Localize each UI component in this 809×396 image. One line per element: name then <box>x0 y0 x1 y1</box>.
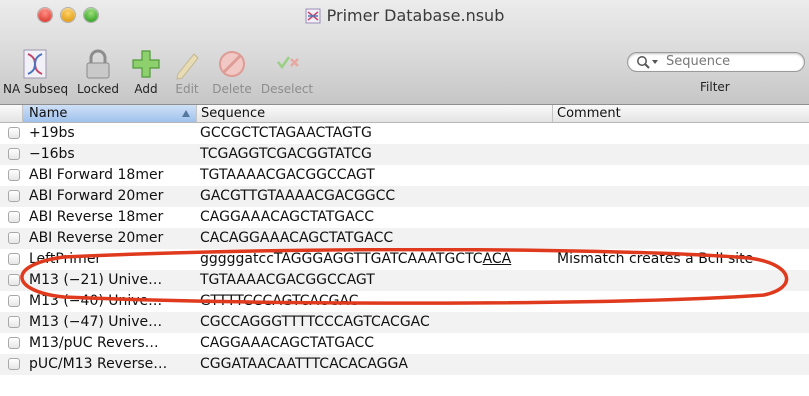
table-row[interactable]: pUC/M13 Reverse… CGGATAACAATTTCACACAGGA <box>0 354 809 375</box>
row-sequence: CAGGAAACAGCTATGACC <box>200 335 375 351</box>
table-row[interactable]: −16bs TCGAGGTCGACGGTATCG <box>0 144 809 165</box>
row-comment <box>557 144 807 165</box>
row-sequence: CGGATAACAATTTCACACAGGA <box>200 356 408 372</box>
checkbox-column-header <box>0 105 23 122</box>
table-row[interactable]: ABI Reverse 20mer CACAGGAAACAGCTATGACC <box>0 228 809 249</box>
row-comment <box>557 354 807 375</box>
primer-table: +19bs GCCGCTCTAGAACTAGTG −16bs TCGAGGTCG… <box>0 123 809 396</box>
table-row[interactable]: M13/pUC Revers… CAGGAAACAGCTATGACC <box>0 333 809 354</box>
lock-icon <box>86 49 110 79</box>
row-checkbox[interactable] <box>8 253 20 265</box>
edit-button[interactable]: Edit <box>168 48 206 98</box>
search-icon <box>637 56 658 69</box>
locked-button[interactable]: Locked <box>72 48 124 98</box>
delete-label: Delete <box>212 82 252 96</box>
add-label: Add <box>134 82 158 96</box>
deselect-label: Deselect <box>260 82 314 96</box>
row-comment: Mismatch creates a BclI site <box>557 251 754 267</box>
row-sequence: CACAGGAAACAGCTATGACC <box>200 230 394 246</box>
row-comment <box>557 186 807 207</box>
column-header-comment-label: Comment <box>557 106 621 121</box>
table-row[interactable]: ABI Reverse 18mer CAGGAAACAGCTATGACC <box>0 207 809 228</box>
row-comment <box>557 333 807 354</box>
document-icon <box>305 8 321 24</box>
row-name: ABI Reverse 18mer <box>29 209 164 225</box>
sequence-plain-part: gggggatccTAGGGAGGTTGATCAAATGCTC <box>200 251 483 267</box>
deselect-icon <box>277 56 299 70</box>
table-row[interactable]: +19bs GCCGCTCTAGAACTAGTG <box>0 123 809 144</box>
row-comment <box>557 312 807 333</box>
add-button[interactable]: Add <box>126 48 166 98</box>
na-subseq-label: NA Subseq <box>3 82 69 96</box>
row-name: M13 (−47) Unive… <box>29 314 163 330</box>
table-header: Name Sequence Comment <box>0 105 809 123</box>
row-checkbox[interactable] <box>8 190 20 202</box>
row-sequence: TGTAAAACGACGGCCAGT <box>200 167 375 183</box>
prohibited-icon <box>219 51 245 77</box>
row-name: LeftPrimer <box>29 251 102 267</box>
column-header-comment[interactable]: Comment <box>553 105 809 122</box>
search-placeholder: Sequence <box>666 54 731 69</box>
na-subseq-button[interactable]: NA Subseq <box>3 48 69 98</box>
table-row[interactable]: M13 (−47) Unive… CGCCAGGGTTTTCCCAGTCACGA… <box>0 312 809 333</box>
row-checkbox[interactable] <box>8 232 20 244</box>
row-checkbox[interactable] <box>8 127 20 139</box>
edit-label: Edit <box>175 82 199 96</box>
window-title-bar: Primer Database.nsub <box>0 6 809 25</box>
window-title: Primer Database.nsub <box>326 6 505 25</box>
row-sequence: GACGTTGTAAAACGACGGCC <box>200 188 396 204</box>
row-name: +19bs <box>29 125 75 141</box>
column-header-name-label: Name <box>29 106 68 121</box>
row-sequence: TGTAAAACGACGGCCAGT <box>200 272 375 288</box>
window-toolbar: Primer Database.nsub NA Subseq Locked Ad… <box>0 0 809 105</box>
row-name: ABI Forward 20mer <box>29 188 164 204</box>
row-comment <box>557 123 807 144</box>
row-checkbox[interactable] <box>8 274 20 286</box>
row-name: −16bs <box>29 146 75 162</box>
row-name: M13 (−40) Unive… <box>29 293 163 309</box>
row-sequence: GTTTTCCCAGTCACGAC <box>200 293 359 309</box>
row-checkbox[interactable] <box>8 295 20 307</box>
row-comment <box>557 291 807 312</box>
row-name: M13/pUC Revers… <box>29 335 159 351</box>
row-name: ABI Reverse 20mer <box>29 230 164 246</box>
table-row[interactable]: ABI Forward 20mer GACGTTGTAAAACGACGGCC <box>0 186 809 207</box>
table-row[interactable]: M13 (−40) Unive… GTTTTCCCAGTCACGAC <box>0 291 809 312</box>
row-checkbox[interactable] <box>8 316 20 328</box>
row-comment <box>557 207 807 228</box>
row-sequence: gggggatccTAGGGAGGTTGATCAAATGCTCACA <box>200 249 550 270</box>
pencil-icon <box>176 53 199 80</box>
row-checkbox[interactable] <box>8 211 20 223</box>
row-comment <box>557 228 807 249</box>
row-checkbox[interactable] <box>8 148 20 160</box>
table-row-leftprimer[interactable]: LeftPrimer gggggatccTAGGGAGGTTGATCAAATGC… <box>0 249 809 270</box>
row-name: ABI Forward 18mer <box>29 167 164 183</box>
column-header-name[interactable]: Name <box>23 105 197 122</box>
row-checkbox[interactable] <box>8 358 20 370</box>
locked-label: Locked <box>77 82 119 96</box>
delete-button[interactable]: Delete <box>209 48 255 98</box>
table-row[interactable]: M13 (−21) Unive… TGTAAAACGACGGCCAGT <box>0 270 809 291</box>
row-comment <box>557 270 807 291</box>
row-name: M13 (−21) Unive… <box>29 272 163 288</box>
na-subseq-icon <box>23 49 47 79</box>
row-comment <box>557 165 807 186</box>
row-name: pUC/M13 Reverse… <box>29 356 168 372</box>
column-header-sequence[interactable]: Sequence <box>197 105 553 122</box>
row-sequence: CGCCAGGGTTTTCCCAGTCACGAC <box>200 314 430 330</box>
row-sequence: GCCGCTCTAGAACTAGTG <box>200 125 372 141</box>
deselect-button[interactable]: Deselect <box>258 48 316 98</box>
sort-ascending-icon <box>182 110 190 117</box>
filter-label: Filter <box>700 80 730 94</box>
row-sequence: TCGAGGTCGACGGTATCG <box>200 146 372 162</box>
row-sequence: CAGGAAACAGCTATGACC <box>200 209 375 225</box>
row-checkbox[interactable] <box>8 337 20 349</box>
sequence-search-field[interactable]: Sequence <box>627 52 805 72</box>
sequence-underlined-part: ACA <box>482 251 512 267</box>
plus-icon <box>132 50 160 78</box>
column-header-sequence-label: Sequence <box>201 106 266 121</box>
table-row[interactable]: ABI Forward 18mer TGTAAAACGACGGCCAGT <box>0 165 809 186</box>
row-checkbox[interactable] <box>8 169 20 181</box>
